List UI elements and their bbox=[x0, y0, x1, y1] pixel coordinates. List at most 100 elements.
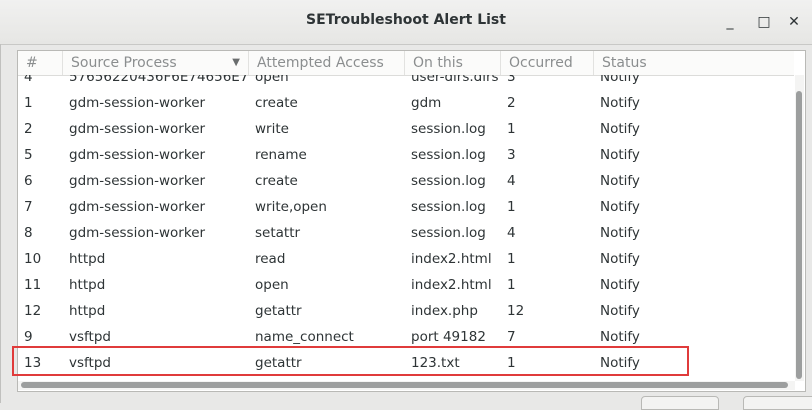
table-row[interactable]: 7 gdm-session-worker write,open session.… bbox=[18, 194, 794, 220]
cell-occurred: 1 bbox=[507, 355, 516, 371]
cell-source-process: vsftpd bbox=[69, 329, 111, 345]
cell-source-process: gdm-session-worker bbox=[69, 225, 206, 241]
cell-status: Notify bbox=[600, 121, 640, 137]
column-header-status[interactable]: Status bbox=[594, 51, 694, 75]
table-row[interactable]: 5 gdm-session-worker rename session.log … bbox=[18, 142, 794, 168]
table-body: 4 57656220436F6E74656E74 open user-dirs.… bbox=[18, 75, 794, 379]
chevron-down-icon: ▼ bbox=[232, 57, 240, 68]
cell-attempted-access: open bbox=[255, 75, 289, 85]
table-row[interactable]: 6 gdm-session-worker create session.log … bbox=[18, 168, 794, 194]
cell-status: Notify bbox=[600, 199, 640, 215]
cell-status: Notify bbox=[600, 251, 640, 267]
table-row[interactable]: 9 vsftpd name_connect port 49182 7 Notif… bbox=[18, 324, 794, 350]
alert-list[interactable]: # Source Process ▼ Attempted Access On t… bbox=[17, 50, 806, 392]
horizontal-scrollbar[interactable] bbox=[18, 381, 795, 390]
table-row[interactable]: 13 vsftpd getattr 123.txt 1 Notify bbox=[18, 350, 794, 376]
column-header-label: Source Process bbox=[71, 55, 177, 71]
cell-attempted-access: setattr bbox=[255, 225, 301, 241]
cell-occurred: 3 bbox=[507, 147, 516, 163]
cell-on-this: index.php bbox=[411, 303, 478, 319]
column-header-attempted-access[interactable]: Attempted Access bbox=[249, 51, 405, 75]
cell-attempted-access: write,open bbox=[255, 199, 327, 215]
cell-number: 1 bbox=[24, 95, 33, 111]
cell-attempted-access: create bbox=[255, 95, 298, 111]
cell-on-this: session.log bbox=[411, 199, 486, 215]
cell-status: Notify bbox=[600, 329, 640, 345]
cell-on-this: session.log bbox=[411, 121, 486, 137]
cell-on-this: port 49182 bbox=[411, 329, 486, 345]
cell-source-process: vsftpd bbox=[69, 355, 111, 371]
cell-status: Notify bbox=[600, 303, 640, 319]
column-header-source-process[interactable]: Source Process ▼ bbox=[63, 51, 249, 75]
cell-on-this: index2.html bbox=[411, 277, 492, 293]
cell-source-process: gdm-session-worker bbox=[69, 173, 206, 189]
column-header-on-this[interactable]: On this bbox=[405, 51, 501, 75]
dialog-button[interactable] bbox=[641, 396, 719, 410]
cell-attempted-access: write bbox=[255, 121, 289, 137]
table-row[interactable]: 12 httpd getattr index.php 12 Notify bbox=[18, 298, 794, 324]
cell-attempted-access: read bbox=[255, 251, 286, 267]
table-row[interactable]: 2 gdm-session-worker write session.log 1… bbox=[18, 116, 794, 142]
cell-occurred: 2 bbox=[507, 95, 516, 111]
maximize-icon: □ bbox=[757, 14, 771, 30]
cell-status: Notify bbox=[600, 75, 640, 85]
cell-occurred: 1 bbox=[507, 277, 516, 293]
cell-occurred: 7 bbox=[507, 329, 516, 345]
cell-status: Notify bbox=[600, 173, 640, 189]
cell-number: 8 bbox=[24, 225, 33, 241]
cell-source-process: 57656220436F6E74656E74 bbox=[69, 75, 249, 85]
cell-occurred: 4 bbox=[507, 173, 516, 189]
cell-occurred: 1 bbox=[507, 199, 516, 215]
window-edge bbox=[0, 44, 1, 403]
dialog-button[interactable] bbox=[743, 396, 812, 410]
table-row[interactable]: 10 httpd read index2.html 1 Notify bbox=[18, 246, 794, 272]
cell-source-process: gdm-session-worker bbox=[69, 199, 206, 215]
column-header-occurred[interactable]: Occurred bbox=[501, 51, 594, 75]
cell-status: Notify bbox=[600, 225, 640, 241]
cell-on-this: user-dirs.dirs bbox=[411, 75, 499, 85]
cell-number: 7 bbox=[24, 199, 33, 215]
cell-attempted-access: getattr bbox=[255, 303, 302, 319]
cell-number: 10 bbox=[24, 251, 42, 267]
cell-attempted-access: rename bbox=[255, 147, 307, 163]
table-row[interactable]: 4 57656220436F6E74656E74 open user-dirs.… bbox=[18, 75, 794, 90]
cell-on-this: index2.html bbox=[411, 251, 492, 267]
horizontal-scrollbar-thumb[interactable] bbox=[21, 382, 788, 388]
cell-number: 13 bbox=[24, 355, 42, 371]
cell-on-this: 123.txt bbox=[411, 355, 460, 371]
cell-attempted-access: name_connect bbox=[255, 329, 354, 345]
cell-occurred: 1 bbox=[507, 251, 516, 267]
vertical-scrollbar-thumb[interactable] bbox=[796, 91, 802, 379]
cell-attempted-access: open bbox=[255, 277, 289, 293]
cell-occurred: 3 bbox=[507, 75, 516, 85]
table-header: # Source Process ▼ Attempted Access On t… bbox=[18, 51, 794, 76]
cell-on-this: session.log bbox=[411, 173, 486, 189]
table-row[interactable]: 1 gdm-session-worker create gdm 2 Notify bbox=[18, 90, 794, 116]
cell-number: 12 bbox=[24, 303, 42, 319]
cell-status: Notify bbox=[600, 355, 640, 371]
close-button[interactable]: ✕ bbox=[784, 12, 804, 32]
cell-number: 5 bbox=[24, 147, 33, 163]
cell-number: 4 bbox=[24, 75, 33, 85]
cell-number: 9 bbox=[24, 329, 33, 345]
close-icon: ✕ bbox=[788, 14, 800, 30]
cell-occurred: 1 bbox=[507, 121, 516, 137]
cell-source-process: gdm-session-worker bbox=[69, 95, 206, 111]
vertical-scrollbar[interactable] bbox=[795, 75, 804, 381]
cell-attempted-access: getattr bbox=[255, 355, 302, 371]
maximize-button[interactable]: □ bbox=[754, 12, 774, 32]
title-bar[interactable]: SETroubleshoot Alert List _ □ ✕ bbox=[0, 0, 812, 45]
cell-number: 11 bbox=[24, 277, 42, 293]
column-header-number[interactable]: # bbox=[18, 51, 63, 75]
minimize-button[interactable]: _ bbox=[720, 12, 740, 32]
cell-on-this: session.log bbox=[411, 225, 486, 241]
table-row[interactable]: 11 httpd open index2.html 1 Notify bbox=[18, 272, 794, 298]
cell-attempted-access: create bbox=[255, 173, 298, 189]
cell-status: Notify bbox=[600, 95, 640, 111]
cell-number: 6 bbox=[24, 173, 33, 189]
cell-source-process: gdm-session-worker bbox=[69, 147, 206, 163]
cell-status: Notify bbox=[600, 277, 640, 293]
cell-on-this: gdm bbox=[411, 95, 442, 111]
cell-source-process: gdm-session-worker bbox=[69, 121, 206, 137]
table-row[interactable]: 8 gdm-session-worker setattr session.log… bbox=[18, 220, 794, 246]
